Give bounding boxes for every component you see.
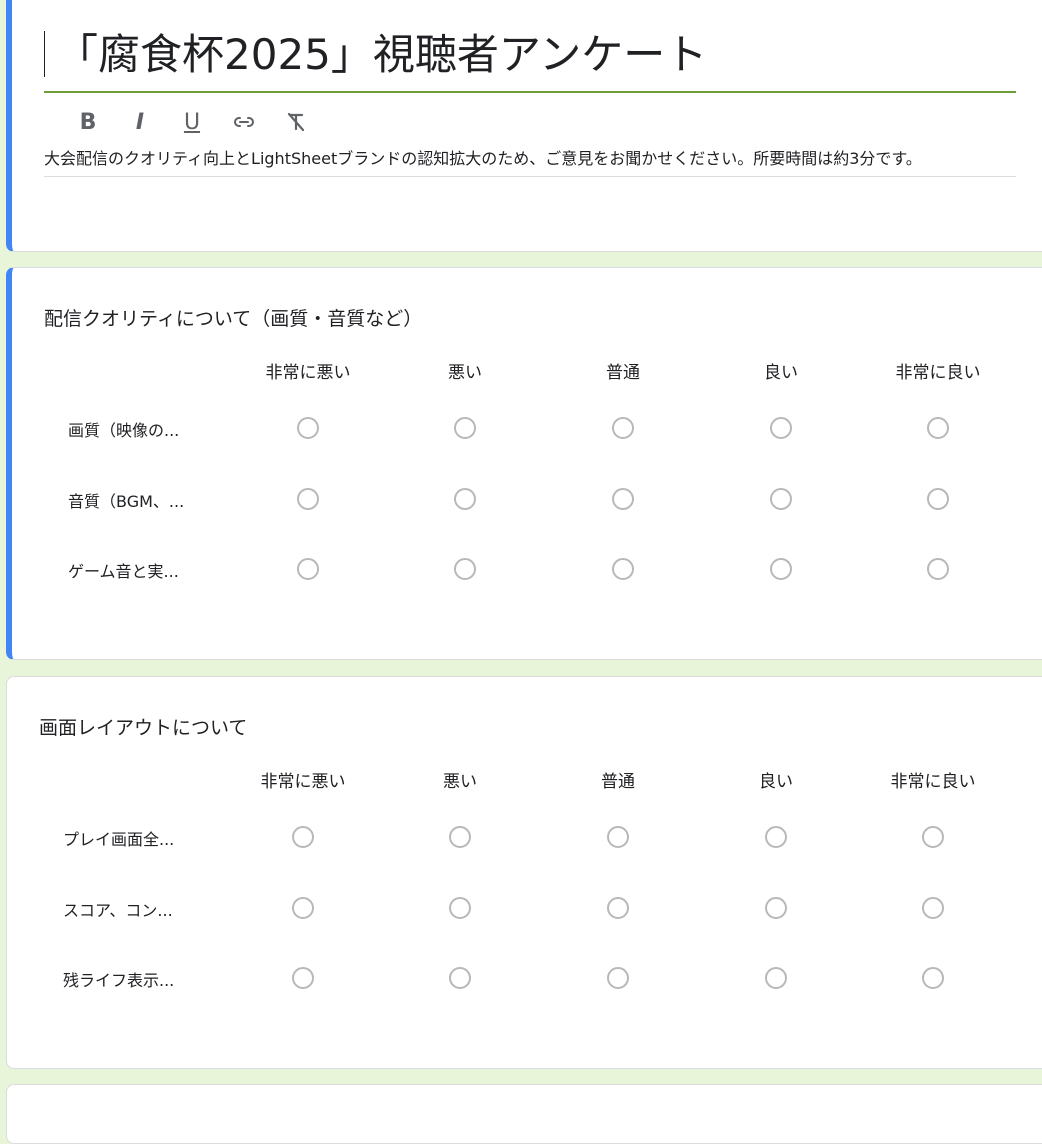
row-label: 音質（BGM、... <box>68 492 185 511</box>
form-header-card: 「腐食杯2025」視聴者アンケート B I U 大会配信のクオリティ向上とLig… <box>6 0 1042 252</box>
radio-button[interactable] <box>927 558 949 580</box>
radio-button[interactable] <box>765 967 787 989</box>
row-label: 残ライフ表示... <box>63 971 175 990</box>
question-title: 画面レイアウトについて <box>39 717 248 739</box>
scale-header: 非常に悪い <box>260 772 346 792</box>
radio-button[interactable] <box>454 488 476 510</box>
radio-button[interactable] <box>297 417 319 439</box>
radio-button[interactable] <box>292 826 314 848</box>
row-label: 画質（映像の... <box>68 421 180 440</box>
row-label: ゲーム音と実... <box>68 562 179 581</box>
radio-button[interactable] <box>612 558 634 580</box>
scale-header: 普通 <box>601 772 635 792</box>
radio-button[interactable] <box>454 558 476 580</box>
radio-button[interactable] <box>297 558 319 580</box>
link-icon[interactable] <box>218 104 270 140</box>
question-title: 配信クオリティについて（画質・音質など） <box>44 308 423 330</box>
radio-button[interactable] <box>770 417 792 439</box>
bold-icon[interactable]: B <box>62 104 114 140</box>
radio-button[interactable] <box>607 826 629 848</box>
radio-button[interactable] <box>765 826 787 848</box>
radio-button[interactable] <box>612 488 634 510</box>
row-label: プレイ画面全... <box>63 830 175 849</box>
scale-header: 良い <box>759 772 793 792</box>
row-label: スコア、コン... <box>63 901 173 920</box>
scale-header: 普通 <box>606 363 640 383</box>
radio-button[interactable] <box>607 897 629 919</box>
scale-header: 悪い <box>443 772 477 792</box>
clear-format-icon[interactable] <box>270 104 322 140</box>
radio-button[interactable] <box>612 417 634 439</box>
radio-button[interactable] <box>292 897 314 919</box>
question-card[interactable]: 画面レイアウトについて 非常に悪い 悪い 普通 良い 非常に良いプレイ画面全... スコア… <box>6 676 1042 1069</box>
radio-button[interactable] <box>770 488 792 510</box>
radio-button[interactable] <box>449 967 471 989</box>
scale-header: 非常に良い <box>895 363 981 383</box>
radio-button[interactable] <box>922 826 944 848</box>
radio-button[interactable] <box>454 417 476 439</box>
question-card[interactable]: 配信クオリティについて（画質・音質など） 非常に悪い 悪い 普通 良い 非常に良い画質（… <box>6 267 1042 660</box>
italic-icon[interactable]: I <box>114 104 166 140</box>
scale-header: 良い <box>764 363 798 383</box>
scale-header: 非常に良い <box>890 772 976 792</box>
radio-button[interactable] <box>449 826 471 848</box>
radio-button[interactable] <box>449 897 471 919</box>
question-card[interactable] <box>6 1084 1042 1144</box>
radio-button[interactable] <box>297 488 319 510</box>
radio-button[interactable] <box>292 967 314 989</box>
radio-button[interactable] <box>770 558 792 580</box>
scale-header: 非常に悪い <box>265 363 351 383</box>
scale-header: 悪い <box>448 363 482 383</box>
form-title[interactable]: 「腐食杯2025」視聴者アンケート <box>56 25 707 85</box>
form-title-field[interactable]: 「腐食杯2025」視聴者アンケート <box>44 21 1016 93</box>
text-cursor <box>44 31 45 77</box>
radio-button[interactable] <box>607 967 629 989</box>
radio-button[interactable] <box>927 417 949 439</box>
form-description[interactable]: 大会配信のクオリティ向上とLightSheetブランドの認知拡大のため、ご意見を… <box>44 147 1016 177</box>
underline-icon[interactable]: U <box>166 104 218 140</box>
format-toolbar: B I U <box>62 104 322 140</box>
radio-button[interactable] <box>922 967 944 989</box>
radio-button[interactable] <box>927 488 949 510</box>
radio-button[interactable] <box>922 897 944 919</box>
radio-button[interactable] <box>765 897 787 919</box>
